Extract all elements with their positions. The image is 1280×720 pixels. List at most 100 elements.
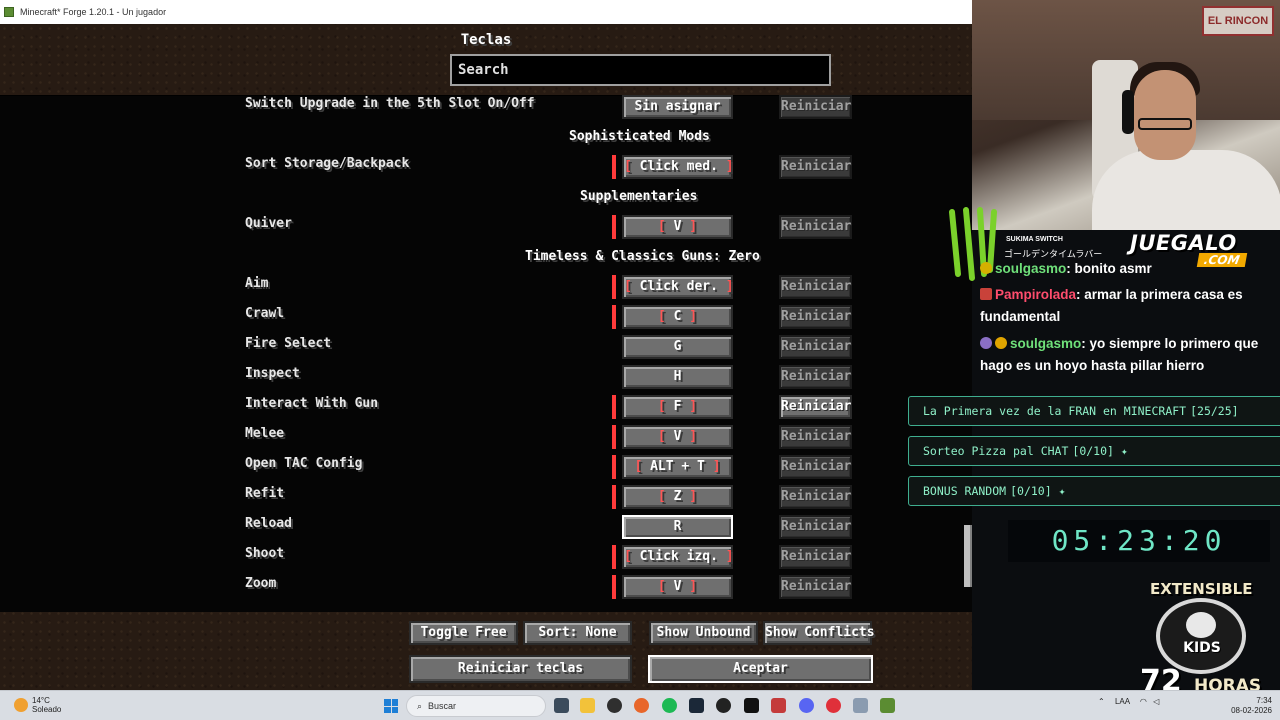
keybind-button[interactable]: [ V ] xyxy=(622,575,733,599)
conflict-indicator xyxy=(612,575,616,599)
windows-start-icon[interactable] xyxy=(384,699,398,713)
minecraft-taskbar-icon[interactable] xyxy=(880,698,895,713)
clock-date: 08-02-2026 xyxy=(1231,706,1272,715)
conflict-indicator xyxy=(612,425,616,449)
volume-icon[interactable]: ◁ xyxy=(1153,697,1159,706)
keybind-button[interactable]: [ ALT + T ] xyxy=(622,455,733,479)
spotify-icon[interactable] xyxy=(662,698,677,713)
reset-button[interactable]: Reiniciar xyxy=(779,485,852,509)
keybind-label: Shoot xyxy=(245,546,285,561)
keybind-button[interactable]: [ Z ] xyxy=(622,485,733,509)
keybind-label: Sort Storage/Backpack xyxy=(245,156,410,171)
kids-logo: KIDS xyxy=(1156,598,1246,674)
epic-icon[interactable] xyxy=(744,698,759,713)
wifi-icon[interactable]: ◠ xyxy=(1140,697,1147,706)
reset-button[interactable]: Reiniciar xyxy=(779,455,852,479)
chat-message: soulgasmo: yo siempre lo primero que hag… xyxy=(980,333,1276,377)
keybind-button[interactable]: [ Click med. ] xyxy=(622,155,734,179)
accept-button[interactable]: Aceptar xyxy=(648,655,873,683)
goal-progress: [0/10] xyxy=(1072,444,1114,458)
chat-badge-icon xyxy=(980,337,992,349)
task-view-icon[interactable] xyxy=(554,698,569,713)
reset-button[interactable]: Reiniciar xyxy=(779,575,852,599)
chat-username: soulgasmo xyxy=(1010,336,1082,351)
keybind-label: Open TAC Config xyxy=(245,456,363,471)
reset-button[interactable]: Reiniciar xyxy=(779,215,852,239)
app-icon[interactable] xyxy=(853,698,868,713)
conflict-indicator xyxy=(612,455,616,479)
obs-icon[interactable] xyxy=(607,698,622,713)
reset-button[interactable]: Reiniciar xyxy=(779,305,852,329)
sun-icon xyxy=(14,698,28,712)
reset-button-hovered[interactable]: Reiniciar xyxy=(779,395,852,419)
file-explorer-icon[interactable] xyxy=(580,698,595,713)
list-scrollbar[interactable] xyxy=(964,525,972,587)
chat-message: Pampirolada: armar la primera casa es fu… xyxy=(980,284,1276,328)
window-title: Minecraft* Forge 1.20.1 - Un jugador xyxy=(20,7,167,17)
keybind-label: Inspect xyxy=(245,366,300,381)
toggle-free-button[interactable]: Toggle Free xyxy=(409,621,518,645)
mascot-face-icon xyxy=(1186,612,1216,638)
keybind-label: Aim xyxy=(245,276,269,291)
chat-badge-icon xyxy=(980,288,992,300)
taskbar-search[interactable]: ⌕ Buscar xyxy=(406,695,546,717)
reset-button[interactable]: Reiniciar xyxy=(779,335,852,359)
keybind-button-selected[interactable]: R xyxy=(622,515,733,539)
chat-text: : bonito asmr xyxy=(1066,261,1152,276)
reset-button[interactable]: Reiniciar xyxy=(779,365,852,389)
reset-button[interactable]: Reiniciar xyxy=(779,515,852,539)
keybind-button[interactable]: [ C ] xyxy=(622,305,733,329)
keybind-label: Crawl xyxy=(245,306,285,321)
keybind-button[interactable]: Sin asignar xyxy=(622,95,733,119)
chat-badge-icon xyxy=(980,262,992,274)
keybind-button[interactable]: [ F ] xyxy=(622,395,733,419)
keybind-value: Click der. xyxy=(639,279,718,294)
reset-button[interactable]: Reiniciar xyxy=(779,425,852,449)
goal-item: La Primera vez de la FRAN en MINECRAFT [2… xyxy=(908,396,1280,426)
keybind-label: Quiver xyxy=(245,216,292,231)
firefox-icon[interactable] xyxy=(634,698,649,713)
minecraft-app-icon xyxy=(4,7,14,17)
language-indicator[interactable]: LAA xyxy=(1115,697,1130,706)
conflict-indicator xyxy=(612,395,616,419)
keybind-button[interactable]: [ V ] xyxy=(622,215,733,239)
search-input[interactable] xyxy=(458,62,823,78)
keybind-label: Reload xyxy=(245,516,292,531)
controls-screen: Teclas Switch Upgrade in the 5th Slot On… xyxy=(0,24,972,690)
keybind-button[interactable]: [ Click der. ] xyxy=(622,275,734,299)
keybind-label: Interact With Gun xyxy=(245,396,379,411)
conflict-indicator xyxy=(612,485,616,509)
reset-button[interactable]: Reiniciar xyxy=(779,545,852,569)
taskbar-clock[interactable]: 7:34 08-02-2026 xyxy=(1228,696,1272,716)
windows-taskbar: 14°C Soleado ⌕ Buscar ⌃ LAA ◠ ◁ 7:34 08-… xyxy=(0,690,1280,720)
app-icon[interactable] xyxy=(716,698,731,713)
chat-badge-icon xyxy=(995,337,1007,349)
sort-button[interactable]: Sort: None xyxy=(523,621,632,645)
weather-widget[interactable]: 14°C Soleado xyxy=(14,696,61,714)
streamer xyxy=(1134,70,1196,160)
steam-icon[interactable] xyxy=(689,698,704,713)
weather-desc: Soleado xyxy=(32,705,62,714)
system-tray[interactable]: ⌃ LAA ◠ ◁ xyxy=(1098,697,1159,706)
chevron-up-icon[interactable]: ⌃ xyxy=(1098,697,1105,706)
keybind-button[interactable]: H xyxy=(622,365,733,389)
keybind-label: Switch Upgrade in the 5th Slot On/Off xyxy=(245,96,535,111)
keybind-button[interactable]: [ Click izq. ] xyxy=(622,545,734,569)
reset-button[interactable]: Reiniciar xyxy=(779,155,852,179)
keybind-button[interactable]: G xyxy=(622,335,733,359)
show-conflicts-button[interactable]: Show Conflicts xyxy=(763,621,875,645)
headset xyxy=(1122,90,1134,134)
reset-keys-button[interactable]: Reiniciar teclas xyxy=(409,655,632,683)
opera-icon[interactable] xyxy=(826,698,841,713)
keybind-button[interactable]: [ V ] xyxy=(622,425,733,449)
keybind-value: ALT + T xyxy=(650,459,705,474)
reset-button[interactable]: Reiniciar xyxy=(779,275,852,299)
discord-icon[interactable] xyxy=(799,698,814,713)
conflict-indicator xyxy=(612,215,616,239)
reset-button[interactable]: Reiniciar xyxy=(779,95,852,119)
show-unbound-button[interactable]: Show Unbound xyxy=(649,621,758,645)
search-box[interactable] xyxy=(450,54,831,86)
webcam-feed: EL RINCON xyxy=(972,0,1280,230)
calendar-icon[interactable] xyxy=(771,698,786,713)
page-title: Teclas xyxy=(460,32,512,48)
